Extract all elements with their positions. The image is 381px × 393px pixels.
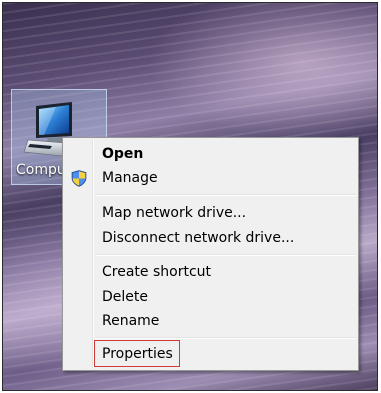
menu-item-map-network-drive[interactable]: Map network drive... bbox=[65, 202, 356, 224]
menu-item-label: Delete bbox=[102, 289, 148, 305]
menu-item-delete[interactable]: Delete bbox=[65, 286, 356, 308]
properties-highlight-box bbox=[94, 340, 180, 367]
menu-item-disconnect-network-drive[interactable]: Disconnect network drive... bbox=[65, 227, 356, 249]
context-menu: Open Manage Map network drive... Disconn… bbox=[62, 137, 359, 371]
menu-item-label: Map network drive... bbox=[102, 205, 247, 221]
menu-item-create-shortcut[interactable]: Create shortcut bbox=[65, 261, 356, 283]
menu-item-label: Rename bbox=[102, 313, 160, 329]
uac-shield-icon bbox=[71, 170, 87, 187]
menu-item-label: Open bbox=[102, 146, 144, 162]
menu-item-open[interactable]: Open bbox=[65, 143, 356, 165]
menu-separator bbox=[95, 254, 356, 256]
menu-item-label: Manage bbox=[102, 170, 158, 186]
menu-item-label: Disconnect network drive... bbox=[102, 230, 295, 246]
menu-separator bbox=[95, 194, 356, 196]
screenshot-frame: Computer Open Manage Map network drive..… bbox=[2, 2, 378, 391]
menu-separator bbox=[95, 337, 356, 339]
desktop-icon-label: Computer bbox=[16, 162, 66, 178]
menu-item-rename[interactable]: Rename bbox=[65, 310, 356, 332]
menu-item-label: Create shortcut bbox=[102, 264, 212, 280]
menu-item-manage[interactable]: Manage bbox=[65, 167, 356, 189]
